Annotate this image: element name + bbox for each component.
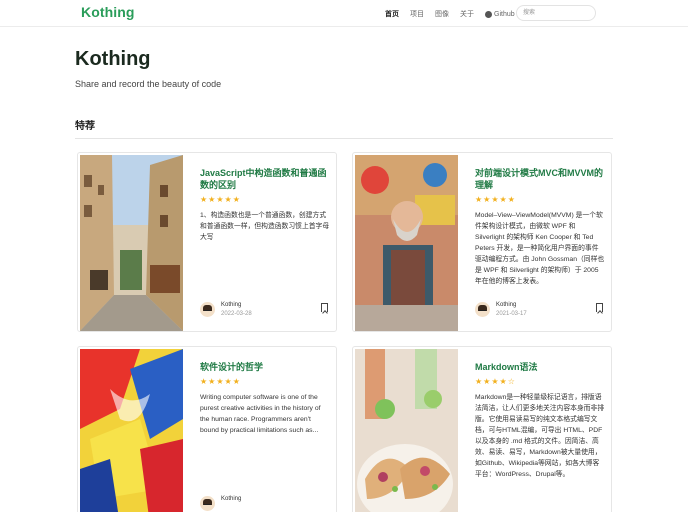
abstract-painting-image[interactable] [80,349,183,512]
card-body: 软件设计的哲学 ★★★★★ Writing computer software … [200,361,330,436]
hero-title: Kothing [75,48,151,70]
avatar [475,302,490,317]
rating-stars: ★★★★★ [200,195,241,204]
card-excerpt: Model–View–ViewModel(MVVM) 是一个软件架构设计模式，由… [475,212,605,285]
card-excerpt: Markdown是一种轻量级标记语言，排版语法简洁，让人们更多地关注内容本身而非… [475,394,605,478]
card-meta: Kothing 2022-03-28 [200,301,332,321]
brand-logo[interactable]: Kothing [81,4,135,20]
card-title[interactable]: JavaScript中构造函数和普通函数的区别 [200,167,330,191]
city-street-image[interactable] [80,155,183,331]
card-meta: Kothing [200,495,332,512]
hero-subtitle: Share and record the beauty of code [75,79,222,89]
card-title[interactable]: 对前端设计模式MVC和MVVM的理解 [475,167,605,191]
search-input[interactable]: 搜索 [516,5,596,21]
card-meta: Kothing 2021-03-17 [475,301,607,321]
card-excerpt: Writing computer software is one of the … [200,394,321,434]
tacos-image[interactable] [355,349,458,512]
card-body: JavaScript中构造函数和普通函数的区别 ★★★★★ 1、构造函数也是一个… [200,167,330,243]
rating-stars: ★★★★☆ [475,377,516,386]
github-icon [485,10,492,18]
navbar: Kothing 首页 项目 图像 关于 Github 搜索 [0,0,688,27]
author-name[interactable]: Kothing [221,496,241,502]
post-card[interactable]: JavaScript中构造函数和普通函数的区别 ★★★★★ 1、构造函数也是一个… [77,152,337,332]
rating-stars: ★★★★★ [475,195,516,204]
author-name[interactable]: Kothing [496,302,516,308]
post-card[interactable]: 对前端设计模式MVC和MVVM的理解 ★★★★★ Model–View–View… [352,152,612,332]
card-body: Markdown语法 ★★★★☆ Markdown是一种轻量级标记语言，排版语法… [475,361,605,480]
avatar [200,302,215,317]
post-card[interactable]: 软件设计的哲学 ★★★★★ Writing computer software … [77,346,337,512]
post-date: 2022-03-28 [221,311,252,317]
rating-stars: ★★★★★ [200,377,241,386]
section-divider [75,138,613,139]
nav-github[interactable]: Github [485,9,515,19]
card-body: 对前端设计模式MVC和MVVM的理解 ★★★★★ Model–View–View… [475,167,605,287]
avatar [200,496,215,511]
nav-images[interactable]: 图像 [435,9,449,19]
nav-home[interactable]: 首页 [385,9,399,19]
bookmark-icon[interactable] [596,303,603,312]
bookmark-icon[interactable] [321,303,328,312]
nav-github-label: Github [494,10,515,18]
featured-section-title: 特荐 [75,121,95,132]
post-card[interactable]: Markdown语法 ★★★★☆ Markdown是一种轻量级标记语言，排版语法… [352,346,612,512]
main-nav: 首页 项目 图像 关于 Github [385,9,526,19]
card-title[interactable]: 软件设计的哲学 [200,361,330,373]
nav-about[interactable]: 关于 [460,9,474,19]
post-date: 2021-03-17 [496,311,527,317]
author-name[interactable]: Kothing [221,302,241,308]
card-excerpt: 1、构造函数也是一个普通函数，创建方式和普通函数一样，但构造函数习惯上首字母大写 [200,212,330,241]
card-title[interactable]: Markdown语法 [475,361,605,373]
painter-image[interactable] [355,155,458,331]
nav-projects[interactable]: 项目 [410,9,424,19]
